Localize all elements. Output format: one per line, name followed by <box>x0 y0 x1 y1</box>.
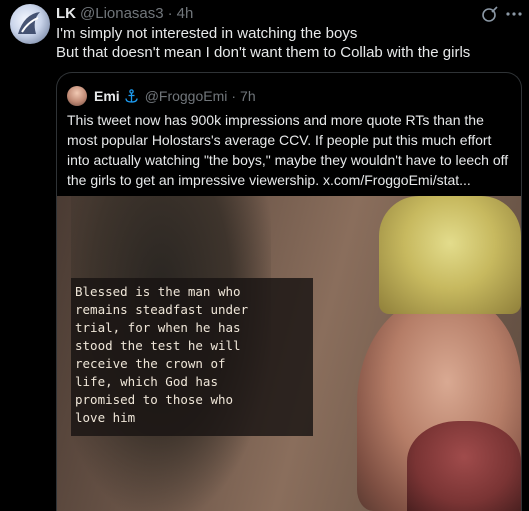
image-beard <box>407 421 521 511</box>
quoted-text-line-4[interactable]: the girls to get an impressive viewershi… <box>67 171 471 190</box>
quoted-tweet[interactable]: Emi @FroggoEmi · 7h This tweet now has 9… <box>56 72 522 511</box>
tweet-text-line-2: But that doesn't mean I don't want them … <box>56 44 471 61</box>
quoted-text-line-1: This tweet now has 900k impressions and … <box>67 112 484 128</box>
tweet-header: LK @Lionasas3 · 4h <box>56 4 193 22</box>
quoted-author-name[interactable]: Emi <box>94 88 120 104</box>
verse-line-4: stood the test he will <box>75 338 241 353</box>
grok-icon[interactable] <box>481 5 499 23</box>
verse-line-8: love him <box>75 410 136 425</box>
verse-line-6: life, which God has <box>75 374 218 389</box>
anchor-icon <box>125 88 138 103</box>
separator-dot: · <box>167 4 173 22</box>
verse-line-7: promised to those who <box>75 392 234 407</box>
verse-line-1: Blessed is the man who <box>75 284 241 299</box>
tweet-text-line-1: I'm simply not interested in watching th… <box>56 25 358 42</box>
author-name[interactable]: LK <box>56 5 76 22</box>
verse-line-3: trial, for when he has <box>75 320 241 335</box>
author-handle[interactable]: @Lionasas3 <box>80 5 164 22</box>
quoted-header: Emi @FroggoEmi · 7h <box>94 87 256 105</box>
verse-line-5: receive the crown of <box>75 356 226 371</box>
tweet[interactable]: LK @Lionasas3 · 4h I'm simply not intere… <box>0 0 529 511</box>
avatar[interactable] <box>10 4 50 44</box>
verse-line-2: remains steadfast under <box>75 302 249 317</box>
image-crown <box>379 196 521 314</box>
quoted-handle[interactable]: @FroggoEmi <box>145 88 228 104</box>
quoted-text-line-3: into actually watching "the boys," maybe… <box>67 152 509 168</box>
more-icon[interactable] <box>505 5 523 23</box>
quoted-media-image[interactable]: Blessed is the man who remains steadfast… <box>57 196 521 511</box>
avatar-art <box>18 12 40 34</box>
tweet-time[interactable]: 4h <box>177 5 194 22</box>
quoted-separator-dot: · <box>231 88 237 104</box>
quoted-time[interactable]: 7h <box>240 88 256 104</box>
quoted-avatar[interactable] <box>67 86 87 106</box>
quoted-text-line-2: most popular Holostars's average CCV. If… <box>67 132 492 148</box>
